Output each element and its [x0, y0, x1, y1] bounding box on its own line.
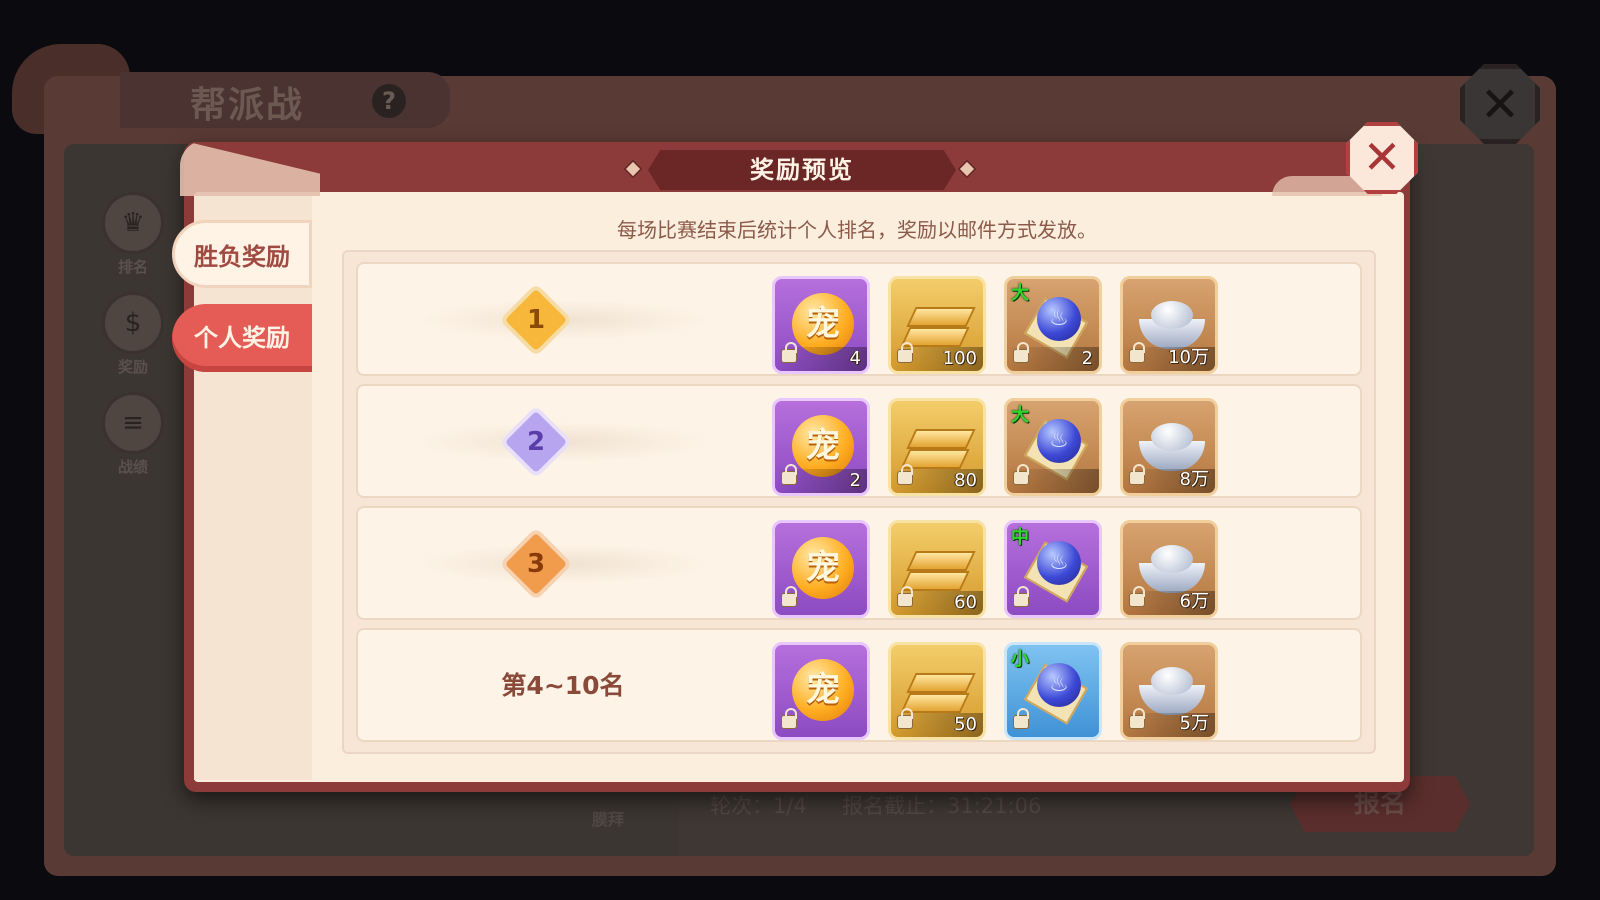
lock-icon [1013, 708, 1029, 729]
size-tag: 大 [1011, 405, 1029, 426]
item-count: 60 [954, 592, 977, 613]
help-button[interactable]: ? [372, 84, 406, 118]
reward-item-silver-ingot[interactable]: 10万 [1120, 276, 1218, 374]
reward-row: 第4~10名 宠 50 ♨ 小 5万 [356, 628, 1362, 742]
crystal-sphere-icon: ♨ [1023, 663, 1089, 725]
reward-row: 3 宠 60 ♨ 中 6万 [356, 506, 1362, 620]
ranking-icon: ♛ [102, 192, 164, 254]
reward-item-crystal[interactable]: ♨ 大 [1004, 398, 1102, 496]
item-count: 2 [1081, 348, 1093, 369]
rank-number: 3 [526, 549, 546, 579]
lock-icon [897, 342, 913, 363]
reward-row: 2 宠 2 80 ♨ 大 8万 [356, 384, 1362, 498]
reward-bag-icon: $ [102, 292, 164, 354]
reward-item-gold-bar[interactable]: 50 [888, 642, 986, 740]
reward-item-pet-orb[interactable]: 宠 [772, 520, 870, 618]
dialog-close-button[interactable]: ✕ [1346, 122, 1418, 194]
item-count: 80 [954, 470, 977, 491]
lock-icon [897, 708, 913, 729]
item-count: 2 [849, 470, 861, 491]
reward-list[interactable]: 1 宠 4 100 ♨ 大 2 10万 2 宠 2 80 ♨ 大 8万 3 宠 … [342, 250, 1376, 754]
pet-orb-icon: 宠 [792, 659, 854, 721]
reward-item-pet-orb[interactable]: 宠 2 [772, 398, 870, 496]
tab-win-loss-reward[interactable]: 胜负奖励 [172, 220, 312, 288]
size-tag: 大 [1011, 283, 1029, 304]
item-count: 4 [849, 348, 861, 369]
lock-icon [1129, 586, 1145, 607]
reward-item-pet-orb[interactable]: 宠 4 [772, 276, 870, 374]
pet-orb-icon: 宠 [792, 293, 854, 355]
reward-item-pet-orb[interactable]: 宠 [772, 642, 870, 740]
dialog-title: 奖励预览 [750, 156, 854, 184]
lock-icon [1013, 464, 1029, 485]
scroll-icon: ≡ [102, 392, 164, 454]
worship-button[interactable]: 膜拜 [592, 806, 624, 830]
size-tag: 小 [1011, 649, 1029, 670]
lock-icon [781, 464, 797, 485]
rank-number: 1 [526, 305, 546, 335]
round-text: 轮次：1/4 [710, 794, 807, 818]
lock-icon [781, 586, 797, 607]
window-close-button[interactable]: ✕ [1460, 64, 1540, 144]
item-count: 100 [942, 348, 977, 369]
side-menu-reward[interactable]: $ 奖励 [100, 292, 166, 377]
reward-item-gold-bar[interactable]: 80 [888, 398, 986, 496]
reward-notice: 每场比赛结束后统计个人排名，奖励以邮件方式发放。 [617, 218, 1097, 242]
item-count: 5万 [1179, 713, 1209, 734]
reward-item-gold-bar[interactable]: 60 [888, 520, 986, 618]
window-title: 帮派战 [190, 85, 305, 126]
lock-icon [1129, 708, 1145, 729]
gold-bar-icon [900, 547, 977, 593]
reward-item-silver-ingot[interactable]: 8万 [1120, 398, 1218, 496]
size-tag: 中 [1011, 527, 1029, 548]
item-count: 8万 [1179, 469, 1209, 490]
rank-range-label: 第4~10名 [501, 671, 625, 700]
item-count: 10万 [1168, 347, 1209, 368]
pet-orb-icon: 宠 [792, 537, 854, 599]
side-menu-record[interactable]: ≡ 战绩 [100, 392, 166, 477]
lock-icon [781, 708, 797, 729]
item-count: 50 [954, 714, 977, 735]
tab-personal-reward[interactable]: 个人奖励 [172, 304, 312, 372]
deadline-text: 报名截止：31:21:06 [842, 794, 1042, 818]
reward-item-gold-bar[interactable]: 100 [888, 276, 986, 374]
lock-icon [1013, 586, 1029, 607]
reward-row: 1 宠 4 100 ♨ 大 2 10万 [356, 262, 1362, 376]
side-menu-label: 战绩 [117, 458, 148, 476]
lock-icon [897, 586, 913, 607]
side-menu-ranking[interactable]: ♛ 排名 [100, 192, 166, 277]
lock-icon [1129, 464, 1145, 485]
lock-icon [781, 342, 797, 363]
crystal-sphere-icon: ♨ [1023, 541, 1089, 603]
lock-icon [1129, 342, 1145, 363]
pet-orb-icon: 宠 [792, 415, 854, 477]
reward-item-crystal[interactable]: ♨ 中 [1004, 520, 1102, 618]
rank-number: 2 [526, 427, 546, 457]
reward-item-crystal[interactable]: ♨ 大 2 [1004, 276, 1102, 374]
gold-bar-icon [900, 303, 977, 349]
item-count: 6万 [1179, 591, 1209, 612]
lock-icon [1013, 342, 1029, 363]
gold-bar-icon [900, 669, 977, 715]
side-menu-label: 排名 [117, 258, 148, 276]
side-menu-label: 奖励 [117, 358, 148, 376]
lock-icon [897, 464, 913, 485]
reward-item-crystal[interactable]: ♨ 小 [1004, 642, 1102, 740]
gold-bar-icon [900, 425, 977, 471]
reward-item-silver-ingot[interactable]: 6万 [1120, 520, 1218, 618]
reward-item-silver-ingot[interactable]: 5万 [1120, 642, 1218, 740]
